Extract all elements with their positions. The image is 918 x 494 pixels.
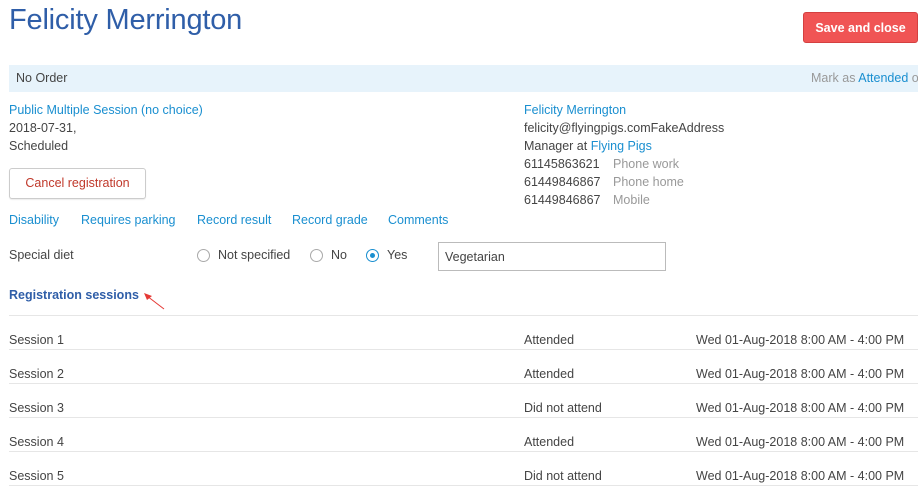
phone-type: Phone work (613, 157, 680, 171)
session-status: Did not attend (524, 469, 602, 483)
divider (9, 485, 918, 486)
contact-org-link[interactable]: Flying Pigs (591, 139, 652, 153)
diet-option-label: No (331, 248, 347, 262)
special-diet-label: Special diet (9, 248, 74, 262)
session-name: Session 4 (9, 435, 64, 449)
event-date: 2018-07-31, (9, 121, 77, 135)
table-row: Session 4 Attended Wed 01-Aug-2018 8:00 … (9, 425, 918, 459)
session-name: Session 5 (9, 469, 64, 483)
table-row: Session 5 Did not attend Wed 01-Aug-2018… (9, 459, 918, 493)
special-diet-input[interactable] (438, 242, 666, 271)
record-result-link[interactable]: Record result (197, 213, 271, 227)
requires-parking-link[interactable]: Requires parking (81, 213, 176, 227)
session-status: Attended (524, 333, 575, 347)
session-status: Attended (524, 367, 575, 381)
divider (9, 417, 918, 418)
diet-option-label: Not specified (218, 248, 291, 262)
disability-link[interactable]: Disability (9, 213, 59, 227)
mark-as-suffix[interactable]: o (912, 71, 918, 85)
session-time: Wed 01-Aug-2018 8:00 AM - 4:00 PM (696, 333, 905, 347)
table-row: Session 3 Did not attend Wed 01-Aug-2018… (9, 391, 918, 425)
mark-as-prefix: Mark as (811, 71, 856, 85)
session-status: Attended (524, 435, 575, 449)
diet-radio-yes[interactable] (366, 249, 379, 262)
mark-as-text: Mark as Attended o (811, 71, 918, 85)
table-row: Session 2 Attended Wed 01-Aug-2018 8:00 … (9, 357, 918, 391)
diet-option-label: Yes (387, 248, 408, 262)
session-name: Session 2 (9, 367, 64, 381)
record-grade-link[interactable]: Record grade (292, 213, 368, 227)
session-time: Wed 01-Aug-2018 8:00 AM - 4:00 PM (696, 435, 905, 449)
contact-name-link[interactable]: Felicity Merrington (524, 103, 626, 117)
event-status: Scheduled (9, 139, 69, 153)
contact-role: Manager at Flying Pigs (524, 139, 652, 153)
session-time: Wed 01-Aug-2018 8:00 AM - 4:00 PM (696, 401, 905, 415)
page-title: Felicity Merrington (9, 4, 243, 36)
divider (9, 451, 918, 452)
phone-number: 61449846867 (524, 175, 601, 189)
divider (9, 315, 918, 316)
diet-radio-no[interactable] (310, 249, 323, 262)
session-status: Did not attend (524, 401, 602, 415)
session-time: Wed 01-Aug-2018 8:00 AM - 4:00 PM (696, 367, 905, 381)
phone-type: Phone home (613, 175, 684, 189)
divider (9, 383, 918, 384)
phone-number: 61145863621 (524, 157, 600, 171)
cancel-registration-button[interactable]: Cancel registration (9, 168, 146, 199)
table-row: Session 1 Attended Wed 01-Aug-2018 8:00 … (9, 323, 918, 357)
save-and-close-button[interactable]: Save and close (803, 12, 918, 43)
registration-sessions-heading: Registration sessions (9, 288, 139, 302)
order-bar (9, 65, 918, 92)
session-name: Session 1 (9, 333, 64, 347)
phone-type: Mobile (613, 193, 650, 207)
contact-role-prefix: Manager at (524, 139, 588, 153)
diet-radio-not-specified[interactable] (197, 249, 210, 262)
event-name-link[interactable]: Public Multiple Session (no choice) (9, 103, 203, 117)
mark-as-attended-link[interactable]: Attended (858, 71, 908, 85)
arrow-annotation (144, 293, 165, 310)
contact-email: felicity@flyingpigs.comFakeAddress (524, 121, 725, 135)
phone-number: 61449846867 (524, 193, 601, 207)
session-name: Session 3 (9, 401, 64, 415)
divider (9, 349, 918, 350)
session-time: Wed 01-Aug-2018 8:00 AM - 4:00 PM (696, 469, 905, 483)
order-status: No Order (16, 71, 68, 85)
comments-link[interactable]: Comments (388, 213, 448, 227)
